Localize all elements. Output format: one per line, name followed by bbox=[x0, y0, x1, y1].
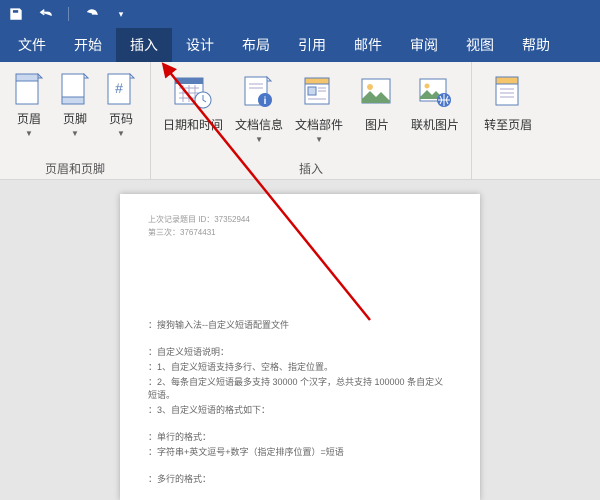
tab-help[interactable]: 帮助 bbox=[508, 28, 564, 62]
online-picture-button[interactable]: 联机图片 bbox=[407, 70, 463, 135]
doc-info-button[interactable]: i 文档信息 ▼ bbox=[231, 70, 287, 146]
date-time-button[interactable]: 日期和时间 bbox=[159, 70, 227, 135]
doc-line: ：单行的格式： bbox=[148, 430, 452, 443]
page-header: 上次记录题目 ID：37352944 第三次：37674431 bbox=[148, 214, 452, 238]
footer-icon bbox=[58, 72, 92, 106]
header-line: 上次记录题目 ID：37352944 bbox=[148, 214, 452, 225]
page-number-button[interactable]: # 页码 ▼ bbox=[100, 70, 142, 140]
page-number-label: 页码 bbox=[109, 110, 133, 127]
chevron-down-icon: ▼ bbox=[25, 129, 33, 138]
ribbon-tabs: 文件 开始 插入 设计 布局 引用 邮件 审阅 视图 帮助 bbox=[0, 28, 600, 62]
picture-icon bbox=[355, 72, 399, 112]
tab-mailings[interactable]: 邮件 bbox=[340, 28, 396, 62]
group-navigation: 转至页眉 bbox=[472, 62, 544, 179]
doc-line: ：多行的格式： bbox=[148, 472, 452, 485]
group-header-footer: 页眉 ▼ 页脚 ▼ # 页码 ▼ 页眉和页脚 bbox=[0, 62, 151, 179]
separator bbox=[68, 7, 69, 21]
doc-line: ：搜狗输入法--自定义短语配置文件 bbox=[148, 318, 452, 331]
quick-parts-label: 文档部件 bbox=[295, 116, 343, 133]
title-bar: ▾ bbox=[0, 0, 600, 28]
page-number-icon: # bbox=[104, 72, 138, 106]
chevron-down-icon: ▼ bbox=[71, 129, 79, 138]
tab-design[interactable]: 设计 bbox=[172, 28, 228, 62]
redo-icon[interactable] bbox=[83, 6, 99, 22]
footer-label: 页脚 bbox=[63, 110, 87, 127]
doc-line: ：3、自定义短语的格式如下： bbox=[148, 403, 452, 416]
doc-line: ：2、每条自定义短语最多支持 30000 个汉字，总共支持 100000 条自定… bbox=[148, 375, 452, 401]
save-icon[interactable] bbox=[8, 6, 24, 22]
picture-button[interactable]: 图片 bbox=[351, 70, 403, 135]
footer-button[interactable]: 页脚 ▼ bbox=[54, 70, 96, 140]
tab-layout[interactable]: 布局 bbox=[228, 28, 284, 62]
chevron-down-icon: ▼ bbox=[315, 135, 323, 144]
doc-line: ：自定义短语说明： bbox=[148, 345, 452, 358]
quick-parts-icon bbox=[297, 72, 341, 112]
page[interactable]: 上次记录题目 ID：37352944 第三次：37674431 ：搜狗输入法--… bbox=[120, 194, 480, 500]
undo-icon[interactable] bbox=[38, 6, 54, 22]
header-button[interactable]: 页眉 ▼ bbox=[8, 70, 50, 140]
picture-label: 图片 bbox=[365, 116, 389, 133]
tab-view[interactable]: 视图 bbox=[452, 28, 508, 62]
tab-home[interactable]: 开始 bbox=[60, 28, 116, 62]
group-insert: 日期和时间 i 文档信息 ▼ 文档部件 ▼ 图片 联机图片 插入 bbox=[151, 62, 472, 179]
header-label: 页眉 bbox=[17, 110, 41, 127]
doc-line: ：1、自定义短语支持多行、空格、指定位置。 bbox=[148, 360, 452, 373]
group-label bbox=[506, 161, 509, 177]
doc-info-icon: i bbox=[237, 72, 281, 112]
tab-file[interactable]: 文件 bbox=[4, 28, 60, 62]
quick-parts-button[interactable]: 文档部件 ▼ bbox=[291, 70, 347, 146]
group-label: 插入 bbox=[299, 158, 323, 177]
goto-header-button[interactable]: 转至页眉 bbox=[480, 70, 536, 135]
chevron-down-icon: ▼ bbox=[255, 135, 263, 144]
chevron-down-icon: ▼ bbox=[117, 129, 125, 138]
header-line: 第三次：37674431 bbox=[148, 227, 452, 238]
date-time-icon bbox=[171, 72, 215, 112]
date-time-label: 日期和时间 bbox=[163, 116, 223, 133]
online-picture-icon bbox=[413, 72, 457, 112]
tab-review[interactable]: 审阅 bbox=[396, 28, 452, 62]
svg-text:#: # bbox=[115, 80, 123, 96]
customize-qat-icon[interactable]: ▾ bbox=[113, 6, 129, 22]
doc-line: ：字符串+英文逗号+数字（指定排序位置）=短语 bbox=[148, 445, 452, 458]
goto-header-label: 转至页眉 bbox=[484, 116, 532, 133]
group-label: 页眉和页脚 bbox=[45, 158, 105, 177]
online-picture-label: 联机图片 bbox=[411, 116, 459, 133]
svg-text:i: i bbox=[264, 96, 267, 107]
header-icon bbox=[12, 72, 46, 106]
ribbon: 页眉 ▼ 页脚 ▼ # 页码 ▼ 页眉和页脚 日期和时间 i 文档 bbox=[0, 62, 600, 180]
tab-insert[interactable]: 插入 bbox=[116, 28, 172, 62]
document-area[interactable]: 上次记录题目 ID：37352944 第三次：37674431 ：搜狗输入法--… bbox=[0, 180, 600, 500]
tab-references[interactable]: 引用 bbox=[284, 28, 340, 62]
doc-info-label: 文档信息 bbox=[235, 116, 283, 133]
goto-header-icon bbox=[486, 72, 530, 112]
